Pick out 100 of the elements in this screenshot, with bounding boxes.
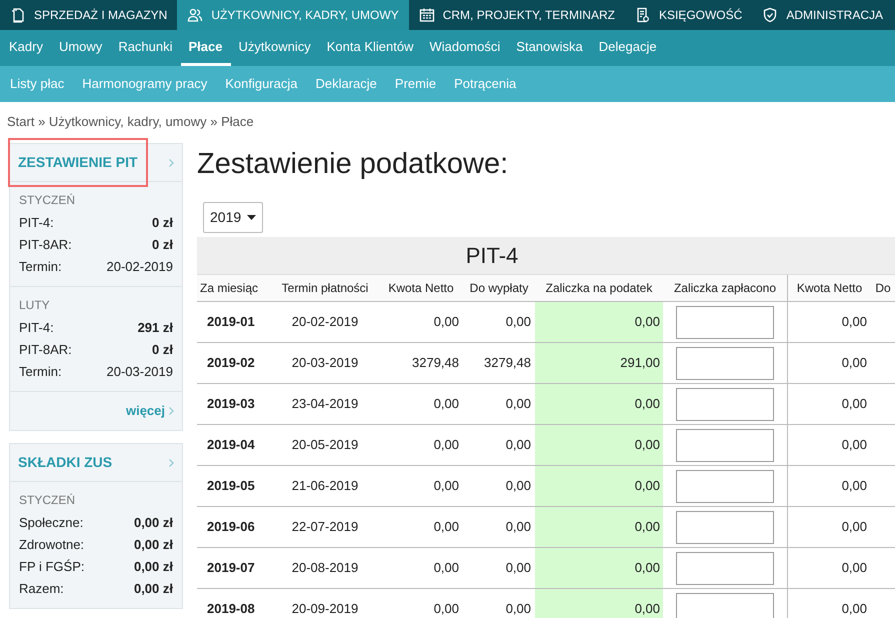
nav-tab[interactable]: Konta Klientów <box>318 30 422 66</box>
table-cell: 0,00 <box>787 548 871 588</box>
table-cell-text: 2019-08 <box>206 600 256 618</box>
row-value: 0,00 zł <box>134 536 173 554</box>
row-value: 0 zł <box>152 214 173 232</box>
input-field[interactable] <box>676 428 774 462</box>
row-label: Termin: <box>19 363 62 381</box>
chevron-icon <box>169 458 174 466</box>
input-field[interactable] <box>676 306 774 338</box>
row-label: Zdrowotne: <box>19 536 84 554</box>
table-cell: 0,00 <box>535 302 663 342</box>
table-cell: 291,00 <box>535 343 663 383</box>
input-field[interactable] <box>676 592 774 618</box>
table-cell-text: 0,00 <box>432 600 460 618</box>
table-cell-text: 2019-06 <box>206 518 256 536</box>
table-cell: 0,00 <box>535 384 663 424</box>
row-value: 0,00 zł <box>134 558 173 576</box>
document-icon <box>634 7 651 23</box>
table-cell-text: 0,00 <box>504 477 532 496</box>
row-label: Termin: <box>19 258 62 276</box>
table-cell: 0,00 <box>787 425 871 465</box>
table-cell-text: 0,00 <box>504 600 532 618</box>
module-tab[interactable]: ADMINISTRACJA <box>752 0 893 30</box>
input-field[interactable] <box>676 346 774 380</box>
row-label: PIT-4: <box>19 319 54 337</box>
table-cell-text: 0,00 <box>432 559 460 578</box>
row-value: 0 zł <box>152 236 173 254</box>
nav-tab[interactable]: Stanowiska <box>508 30 591 66</box>
nav-tab[interactable]: Wiadomości <box>421 30 508 66</box>
nav-tab[interactable]: Kadry <box>1 30 51 66</box>
table-cell: 0,00 <box>535 548 663 588</box>
input-field[interactable] <box>676 388 774 420</box>
table-cell-text: 23-04-2019 <box>290 395 360 414</box>
table-cell: 0,00 <box>787 384 871 424</box>
row-value: 291 zł <box>138 319 173 337</box>
table-cell: 0,00 <box>535 425 663 465</box>
column-header: Zaliczka zapłacono <box>672 280 778 297</box>
table-cell: 0,00 <box>787 343 871 383</box>
year-select[interactable]: 2019 <box>203 202 264 233</box>
row-value: 0,00 zł <box>134 514 173 532</box>
nav-tab[interactable]: Delegacje <box>590 30 665 66</box>
table-cell-text: 0,00 <box>504 436 532 454</box>
subnav-link[interactable]: Potrącenia <box>445 66 526 102</box>
subnav-link[interactable]: Deklaracje <box>306 66 386 102</box>
subnav-link[interactable]: Harmonogramy pracy <box>73 66 216 102</box>
table-cell-text: 0,00 <box>504 518 532 536</box>
table-cell-text: 3279,48 <box>483 354 532 372</box>
module-tab[interactable]: SPRZEDAŻ I MAGAZYN <box>0 0 178 30</box>
column-header: Za miesiąc <box>199 280 260 297</box>
row-value: 20-02-2019 <box>106 258 173 276</box>
shield-icon <box>762 7 778 23</box>
more-link[interactable]: więcej <box>126 401 174 421</box>
table-cell: 0,00 <box>787 466 871 506</box>
table-cell-text: 20-05-2019 <box>290 436 360 454</box>
table-cell-text: 2019-04 <box>206 436 256 454</box>
nav-tab[interactable]: Rachunki <box>110 30 181 66</box>
table-cell-text: 3279,48 <box>411 354 460 372</box>
table-cell-text: 0,00 <box>504 395 532 414</box>
month-label: LUTY <box>19 297 51 314</box>
row-label: Razem: <box>19 580 64 598</box>
table-cell-text: 0,00 <box>432 313 460 332</box>
card-title[interactable]: ZESTAWIENIE PIT <box>10 140 146 185</box>
nav-tab[interactable]: Umowy <box>50 30 110 66</box>
row-value: 0,00 zł <box>134 580 173 598</box>
users-icon <box>187 7 204 23</box>
input-field[interactable] <box>676 470 774 502</box>
table-cell-text: 0,00 <box>432 477 460 496</box>
card-title[interactable]: SKŁADKI ZUS <box>18 452 112 473</box>
table-cell: 0,00 <box>787 589 871 618</box>
chevron-icon <box>169 158 174 166</box>
subnav-link[interactable]: Premie <box>386 66 446 102</box>
row-value: 20-03-2019 <box>106 363 173 381</box>
month-label: STYCZEŃ <box>19 192 76 209</box>
module-tab[interactable]: CRM, PROJEKTY, TERMINARZ <box>408 0 625 30</box>
row-label: Społeczne: <box>19 514 84 532</box>
subnav-link[interactable]: Listy płac <box>1 66 74 102</box>
group-title: PIT-4 <box>464 242 520 270</box>
document-icon <box>10 7 26 23</box>
row-label: PIT-8AR: <box>19 341 72 359</box>
column-header: Do wypłaty <box>468 280 530 297</box>
nav-tab[interactable]: Użytkownicy <box>230 30 319 66</box>
table-cell: 0,00 <box>535 466 663 506</box>
table-cell-text: 2019-05 <box>206 477 256 496</box>
row-label: FP i FGŚP: <box>19 558 84 576</box>
month-label: STYCZEŃ <box>19 492 76 509</box>
table-cell-text: 22-07-2019 <box>290 518 360 536</box>
row-value: 0 zł <box>152 341 173 359</box>
module-tab[interactable]: KSIĘGOWOŚĆ <box>624 0 752 30</box>
column-header: Termin płatności <box>280 280 370 297</box>
column-header: Kwota Netto <box>787 275 871 301</box>
table-cell-text: 2019-03 <box>206 395 256 414</box>
table-cell-text: 20-09-2019 <box>290 600 360 618</box>
module-tab[interactable]: UŻYTKOWNICY, KADRY, UMOWY <box>177 0 409 30</box>
caret-icon <box>247 215 256 220</box>
table-cell-text: 2019-01 <box>206 313 256 332</box>
table-cell-text: 20-08-2019 <box>290 559 360 578</box>
table-cell-text: 20-02-2019 <box>290 313 360 332</box>
input-field[interactable] <box>676 510 774 544</box>
input-field[interactable] <box>676 552 774 584</box>
subnav-link[interactable]: Konfiguracja <box>216 66 306 102</box>
